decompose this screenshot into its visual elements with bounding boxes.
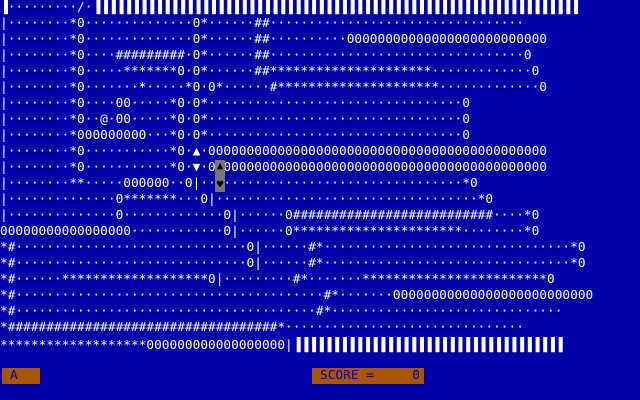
board-row: |··············0·············0|······0##… <box>0 208 540 223</box>
board-row: *#······································… <box>0 304 563 319</box>
board-row: ▐·········/·▐▐▐▐▐▐▐▐▐▐▐▐▐▐▐▐▐▐▐▐▐▐▐▐▐▐▐▐… <box>0 0 578 15</box>
score-label: SCORE = <box>320 368 374 383</box>
board-row: *******************000000000000000000|▐▐… <box>0 338 563 353</box>
key-indicator: A <box>2 368 40 384</box>
board-row: |········*0·······*·····*0·0*······#****… <box>0 80 548 95</box>
arrow-up-icon: ▲ <box>216 159 224 172</box>
board-row: |········*0···········*0·▼·0000000000000… <box>0 160 548 175</box>
board-row: |········*000000000···*0·0*·············… <box>0 128 470 143</box>
board-row: *###################################*···… <box>0 320 524 335</box>
score-display: SCORE = 0 <box>312 368 424 384</box>
board-row: *#······························0|······… <box>0 256 586 271</box>
board-row: |········*0··@·00·····*0·0*·············… <box>0 112 470 127</box>
board-row: |········*0·····*******0·0*······##*****… <box>0 64 540 79</box>
game-board: ▐·········/·▐▐▐▐▐▐▐▐▐▐▐▐▐▐▐▐▐▐▐▐▐▐▐▐▐▐▐▐… <box>0 0 640 362</box>
board-row: |··············0*******···0|············… <box>0 192 494 207</box>
heart-icon: ♥ <box>216 178 224 191</box>
board-row: *#······························0|······… <box>0 240 586 255</box>
board-row: |········*0··············0*······##·····… <box>0 16 524 31</box>
board-row: |········*0···········*0·▲·0000000000000… <box>0 144 548 159</box>
board-row: |········*0····#########·0*······##·····… <box>0 48 532 63</box>
board-row: |········*0··············0*······##·····… <box>0 32 548 47</box>
board-row: *#······*******************0|·········#*… <box>0 272 555 287</box>
board-row: *#······································… <box>0 288 594 303</box>
board-row: |········**·····000000··0|··············… <box>0 176 478 191</box>
board-row: |········*0····00·····*0·0*·············… <box>0 96 470 111</box>
board-row: 00000000000000000············0|······0**… <box>0 224 540 239</box>
key-label: A <box>10 368 18 383</box>
score-value: 0 <box>412 368 420 383</box>
player-icon: ▲ ♥ <box>215 160 225 192</box>
